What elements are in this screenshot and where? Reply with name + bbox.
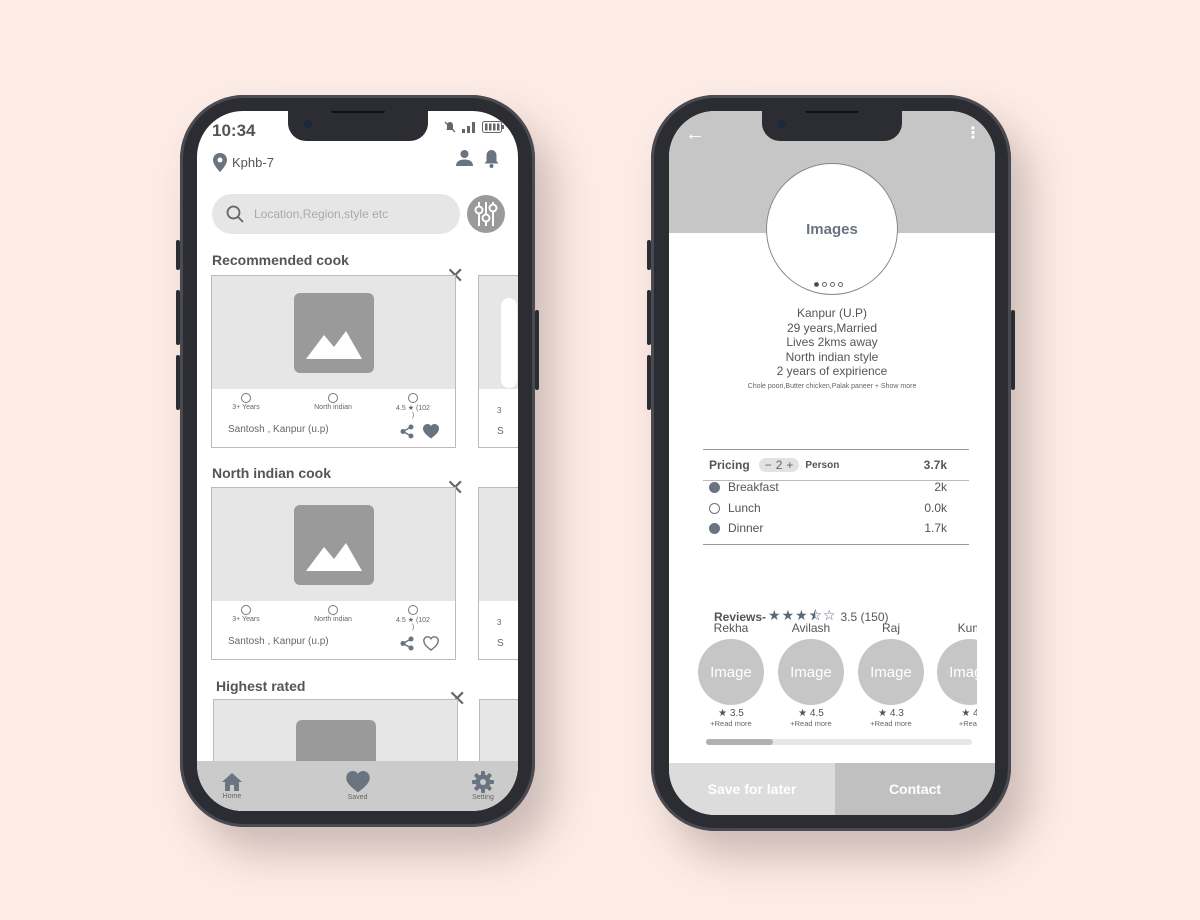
reviews-scrollbar[interactable] [706,739,972,745]
notification-bell-icon[interactable] [483,149,500,168]
cook-card[interactable]: 3+ Years North indian 4.5 ★ (102) Santos… [211,275,456,448]
heart-outline-icon[interactable] [423,636,439,651]
phone-cook-profile: ← ⋮ Images Kanpur (U.P) 29 years,Married… [647,95,1015,831]
heart-filled-icon[interactable] [423,424,439,439]
image-placeholder-icon [293,504,374,585]
experience-icon [241,605,251,615]
cook-owner: Santosh , Kanpur (u.p) [228,424,329,435]
location-pin-icon [213,153,227,172]
rating-icon [408,605,418,615]
cook-card-peek[interactable]: 3 S [478,275,518,448]
cuisine-icon [328,605,338,615]
cook-style: North indian [314,616,352,623]
nav-saved[interactable]: Saved [345,761,370,811]
read-more-link[interactable]: +Read more [698,719,764,728]
location-selector[interactable]: Kphb-7 [213,153,274,172]
cook-owner: Santosh , Kanpur (u.p) [228,636,329,647]
reviewer-image: Image [778,639,844,705]
signal-icon [462,122,475,133]
heart-icon [345,771,370,793]
section-title-highest-rated: Highest rated [216,678,306,694]
status-bar-icons [444,121,504,133]
reviewer-image: Image [858,639,924,705]
review-card[interactable]: Raj Image ★ 4.3 +Read more [858,621,924,728]
location-label: Kphb-7 [232,155,274,170]
share-icon[interactable] [400,424,414,439]
share-icon[interactable] [400,636,414,651]
home-icon [222,773,242,791]
cook-style: North indian [314,404,352,411]
profile-icon[interactable] [456,149,473,166]
nav-home[interactable]: Home [221,761,243,811]
gear-icon [472,771,494,793]
bottom-nav: Home Saved Setting [197,761,518,811]
cook-experience: 3+ Years [232,404,260,411]
cook-experience: 3+ Years [232,616,260,623]
cuisine-icon [328,393,338,403]
review-card[interactable]: Rekha Image ★ 3.5 +Read more [698,621,764,728]
read-more-link[interactable]: +Read more [778,719,844,728]
filter-sliders-icon [474,202,498,226]
profile-screen: ← ⋮ Images Kanpur (U.P) 29 years,Married… [669,111,995,815]
mute-bell-icon [444,121,456,133]
search-input[interactable] [254,207,434,221]
cook-card-peek[interactable]: 3 S [478,487,518,660]
section-title-recommended: Recommended cook [212,252,349,268]
save-for-later-button[interactable]: Save for later [669,763,835,815]
rating-icon [408,393,418,403]
review-card[interactable]: Kum Image ★ 4 +Read [937,621,977,728]
search-bar[interactable] [212,194,460,234]
read-more-link[interactable]: +Read [937,719,977,728]
phone-home: 10:34 Kphb-7 Recommended cook ✕ [176,95,539,827]
section-title-north-indian: North indian cook [212,465,331,481]
cook-rating: 4.5 ★ (102 [396,405,430,412]
reviewer-image: Image [698,639,764,705]
battery-icon [482,121,504,133]
reviewer-image: Image [937,639,977,705]
nav-setting[interactable]: Setting [472,761,494,811]
image-placeholder-icon [293,292,374,373]
home-screen: 10:34 Kphb-7 Recommended cook ✕ [197,111,518,811]
cook-rating: 4.5 ★ (102 [396,617,430,624]
contact-button[interactable]: Contact [835,763,995,815]
cook-card[interactable]: 3+ Years North indian 4.5 ★ (102) Santos… [211,487,456,660]
filter-button[interactable] [467,195,505,233]
scrollbar-thumb[interactable] [706,739,773,745]
read-more-link[interactable]: +Read more [858,719,924,728]
experience-icon [241,393,251,403]
search-icon [226,205,244,223]
review-card[interactable]: Avilash Image ★ 4.5 +Read more [778,621,844,728]
status-time: 10:34 [212,121,256,140]
